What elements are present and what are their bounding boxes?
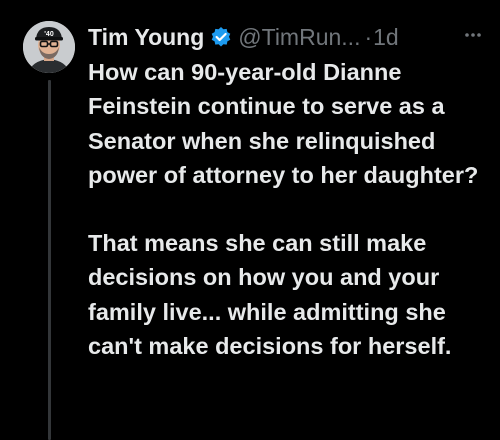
verified-badge-icon [210,26,232,48]
tweet-timestamp[interactable]: 1d [373,20,399,54]
meta-separator: · [364,24,373,50]
thread-line [48,80,51,440]
author-handle[interactable]: @TimRun... [238,20,360,54]
tweet-text: How can 90-year-old Dianne Feinstein con… [88,55,496,363]
avatar-cap-text: '40 [44,31,54,38]
author-avatar[interactable]: '40 [23,21,75,73]
more-options-icon[interactable] [460,22,486,48]
author-name[interactable]: Tim Young [88,20,204,54]
tweet-paragraph: How can 90-year-old Dianne Feinstein con… [88,59,479,188]
tweet-paragraph: That means she can still make decisions … [88,230,452,360]
tweet[interactable]: '40 Tim Young @TimRun... · 1d How can 90… [0,0,500,440]
tweet-header: Tim Young @TimRun... · 1d [88,20,399,54]
